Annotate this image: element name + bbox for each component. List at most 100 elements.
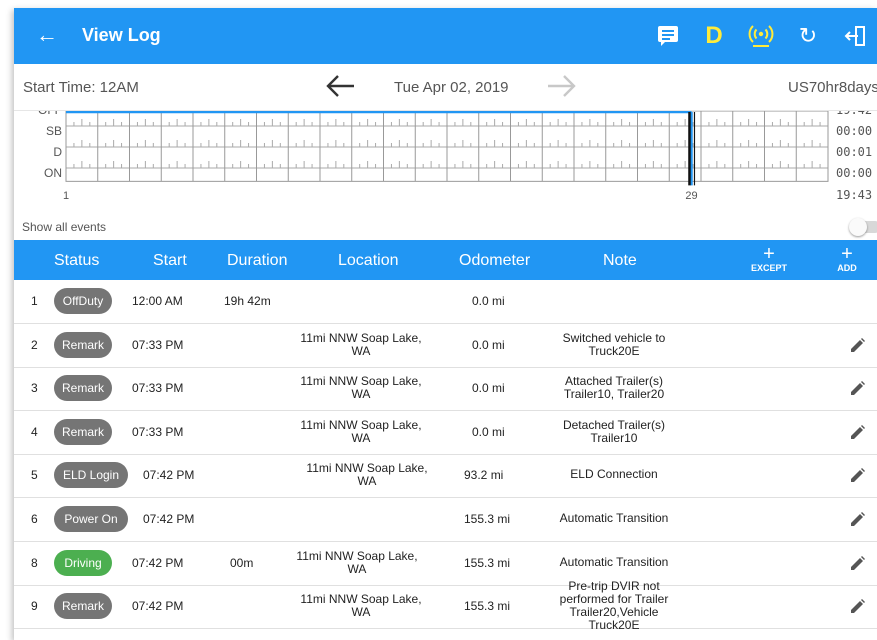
start-time: 07:33 PM <box>132 424 184 439</box>
start-time: 12:00 AM <box>132 294 183 308</box>
header-status: Status <box>54 252 100 269</box>
note: Attached Trailer(s) Trailer10, Trailer20 <box>544 375 684 401</box>
graph-grand-total: 19:43 <box>836 188 872 202</box>
location: 11mi NNW Soap Lake, WA <box>272 549 442 576</box>
header-odometer: Odometer <box>459 252 531 269</box>
status-pill[interactable]: OffDuty <box>54 288 112 314</box>
logout-icon[interactable] <box>842 22 870 50</box>
view-log-screen: ← View Log D ↻ Start Time: 12AM Tue Apr … <box>14 8 877 640</box>
table-row[interactable]: 2 Remark 07:33 PM 11mi NNW Soap Lake, WA 0.0 … <box>14 324 877 368</box>
start-time: 07:33 PM <box>132 381 184 396</box>
odometer: 93.2 mi <box>464 468 504 483</box>
odometer: 155.3 mi <box>464 599 511 614</box>
note-line: Trailer10, Trailer20 <box>563 387 665 402</box>
status-pill[interactable]: Driving <box>54 549 112 576</box>
table-header: Status Start Duration Location Odometer … <box>14 240 877 280</box>
graph-left-tick: 1 <box>63 190 69 202</box>
eld-connection-icon[interactable] <box>747 22 775 50</box>
note: Switched vehicle to Truck20E <box>544 330 684 358</box>
previous-day-icon[interactable] <box>324 72 356 105</box>
app-bar: ← View Log D ↻ <box>14 8 877 64</box>
row-number: 9 <box>31 599 38 614</box>
status-pill[interactable]: Power On <box>54 506 128 532</box>
edit-icon[interactable] <box>848 424 866 445</box>
table-row[interactable]: 1 OffDuty 12:00 AM 19h 42m 0.0 mi <box>14 280 877 324</box>
date-navigation: Start Time: 12AM Tue Apr 02, 2019 US70hr… <box>14 64 877 111</box>
row-number: 4 <box>31 424 38 439</box>
status-pill[interactable]: ELD Login <box>54 462 128 489</box>
status-pill[interactable]: Remark <box>54 593 112 620</box>
message-icon[interactable] <box>654 22 682 50</box>
start-time: 07:33 PM <box>132 337 184 352</box>
log-graph-chart: OFF SB D ON 19:42 00:00 00:01 00:00 19:43 1 29 <box>38 103 872 202</box>
location: 11mi NNW Soap Lake, WA <box>276 593 446 619</box>
odometer: 155.3 mi <box>464 555 511 570</box>
table-row[interactable]: 9 Remark 07:42 PM 11mi NNW Soap Lake, WA 155.… <box>14 580 877 632</box>
next-day-icon[interactable] <box>546 72 578 105</box>
note: ELD Connection <box>544 468 684 481</box>
edit-icon[interactable] <box>848 555 866 576</box>
arrow-left-icon[interactable]: ← <box>36 23 58 47</box>
graph-status-label: OFF <box>38 111 62 117</box>
except-button[interactable]: + EXCEPT <box>747 243 791 273</box>
header-note: Note <box>603 252 637 269</box>
location-line: 11mi NNW Soap Lake, <box>300 417 422 432</box>
start-time: 07:42 PM <box>143 512 195 526</box>
graph-right-tick: 29 <box>685 190 697 202</box>
edit-icon[interactable] <box>848 598 866 619</box>
graph-total: 19:42 <box>836 111 872 117</box>
graph-status-label: D <box>53 145 62 159</box>
location-line: WA <box>351 387 371 402</box>
odometer: 0.0 mi <box>472 294 505 308</box>
status-pill[interactable]: Remark <box>54 375 112 402</box>
header-start: Start <box>153 252 187 269</box>
edit-icon[interactable] <box>848 337 866 358</box>
note-line: Automatic Transition <box>559 511 669 525</box>
table-row[interactable]: 6 Power On 07:42 PM 155.3 mi Automatic Trans… <box>14 498 877 542</box>
status-pill[interactable]: Remark <box>54 331 112 358</box>
start-time-label: Start Time: 12AM <box>23 79 139 96</box>
location: 11mi NNW Soap Lake, WA <box>276 331 446 358</box>
table-row[interactable]: 8 Driving 07:42 PM 00m 11mi NNW Soap Lake, WA… <box>14 542 877 586</box>
table-row[interactable]: 3 Remark 07:33 PM 11mi NNW Soap Lake, WA 0.0 … <box>14 367 877 412</box>
cycle-rule: US70hr8days <box>788 79 877 96</box>
status-pill[interactable]: Remark <box>54 418 112 445</box>
header-location: Location <box>338 252 399 269</box>
graph-status-label: SB <box>46 124 62 138</box>
duration: 19h 42m <box>224 294 271 308</box>
add-button[interactable]: + ADD <box>832 243 862 273</box>
note: Pre-trip DVIR not performed for Trailer Tr… <box>544 580 684 632</box>
duty-status-icon[interactable]: D <box>702 22 726 50</box>
location: 11mi NNW Soap Lake, WA <box>276 417 446 445</box>
table-row[interactable]: 5 ELD Login 07:42 PM 11mi NNW Soap Lake, WA 9… <box>14 454 877 499</box>
table-row[interactable]: 4 Remark 07:33 PM 11mi NNW Soap Lake, WA 0.0 … <box>14 411 877 455</box>
header-duration: Duration <box>227 252 288 269</box>
graph-total: 00:00 <box>836 166 872 180</box>
duration: 00m <box>230 555 254 570</box>
show-all-events-label: Show all events <box>22 220 107 234</box>
location-line: WA <box>351 430 371 445</box>
plus-icon: + <box>841 243 853 265</box>
edit-icon[interactable] <box>848 467 866 488</box>
start-time: 07:42 PM <box>132 599 184 614</box>
location-line: WA <box>347 561 367 576</box>
row-number: 3 <box>31 381 38 396</box>
location-line: WA <box>351 605 371 620</box>
note-line: Switched vehicle to <box>562 330 666 345</box>
note-line: Trailer10 <box>590 430 638 445</box>
add-label: ADD <box>837 263 857 273</box>
note-line: Automatic Transition <box>559 554 669 569</box>
start-time: 07:42 PM <box>132 555 184 570</box>
current-date: Tue Apr 02, 2019 <box>394 79 509 96</box>
location-line: WA <box>357 474 377 489</box>
toggle-knob[interactable] <box>849 218 867 236</box>
except-label: EXCEPT <box>750 263 787 273</box>
edit-icon[interactable] <box>848 511 866 532</box>
edit-icon[interactable] <box>848 380 866 401</box>
graph-status-label: ON <box>44 166 62 180</box>
location: 11mi NNW Soap Lake, WA <box>282 462 452 488</box>
plus-icon: + <box>763 243 775 265</box>
show-all-events-toggle[interactable] <box>849 218 877 236</box>
refresh-icon[interactable]: ↻ <box>796 22 820 50</box>
note-line: ELD Connection <box>570 467 658 482</box>
